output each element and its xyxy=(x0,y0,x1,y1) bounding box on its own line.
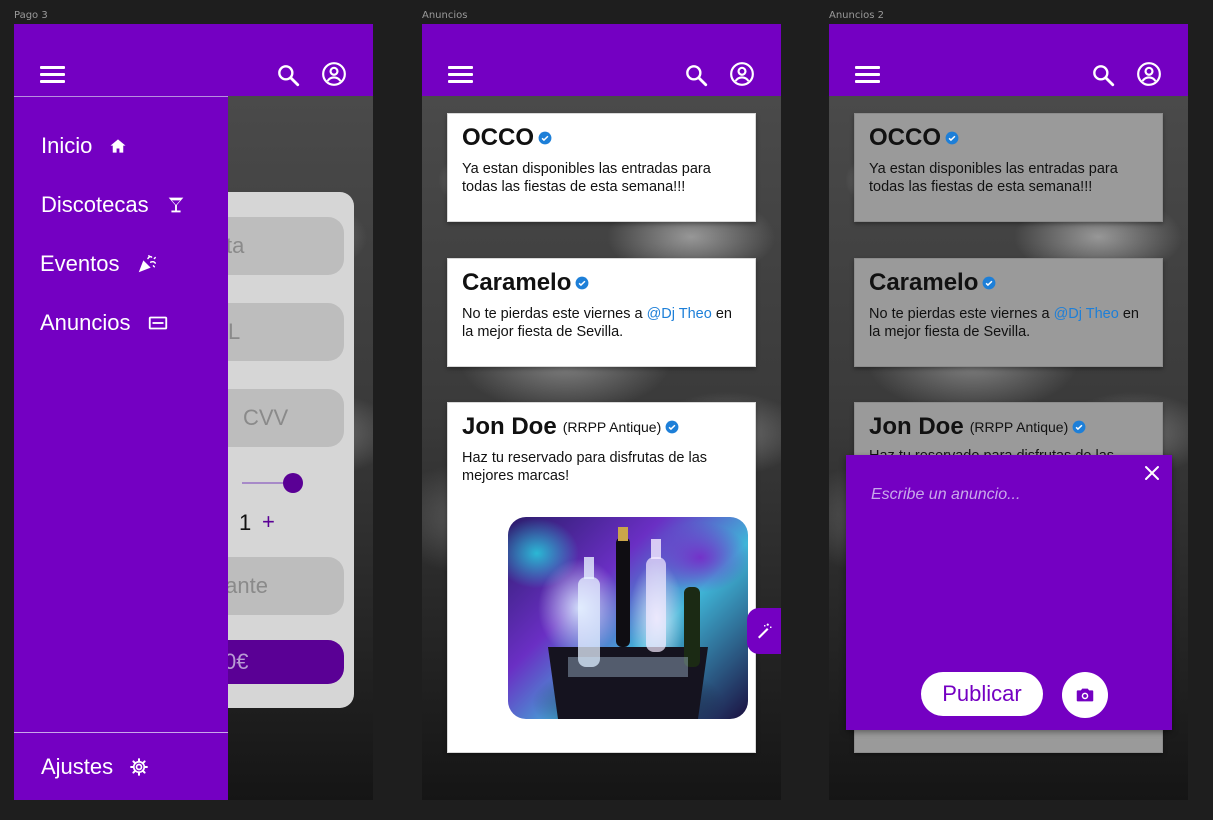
frame-anuncios: OCCO Ya estan disponibles las entradas p… xyxy=(422,24,781,800)
verified-icon xyxy=(1072,420,1086,434)
publish-button[interactable]: Publicar xyxy=(921,672,1043,716)
frame-label-pago3: Pago 3 xyxy=(14,10,48,21)
post-text: No te pierdas este viernes a @Dj Theo en… xyxy=(462,305,742,341)
post-author: Caramelo xyxy=(869,269,996,297)
drawer-item-discotecas[interactable]: Discotecas xyxy=(41,192,187,218)
post-author-role: (RRPP Antique) xyxy=(562,419,662,435)
app-bar xyxy=(14,24,373,96)
new-post-button[interactable] xyxy=(747,608,781,654)
post-author-role: (RRPP Antique) xyxy=(969,419,1069,435)
verified-icon xyxy=(982,276,996,290)
drawer-item-eventos[interactable]: Eventos xyxy=(40,251,158,277)
app-bar xyxy=(829,24,1188,96)
navigation-drawer: Inicio Discotecas Eventos Anuncios Ajust… xyxy=(14,96,228,800)
account-circle-icon[interactable] xyxy=(321,61,347,87)
verified-icon xyxy=(575,276,589,290)
post-text: Ya estan disponibles las entradas para t… xyxy=(869,161,1118,195)
post-author: Caramelo xyxy=(462,269,589,297)
post-author-name: Caramelo xyxy=(462,269,572,296)
gear-icon xyxy=(130,758,149,776)
party-popper-icon xyxy=(138,255,156,273)
drawer-item-label: Eventos xyxy=(40,251,120,276)
post-author: OCCO xyxy=(462,124,552,152)
post-author-name: Caramelo xyxy=(869,269,979,296)
post-author-name: Jon Doe xyxy=(869,413,964,440)
menu-icon[interactable] xyxy=(40,66,66,84)
post-card-occo: OCCO Ya estan disponibles las entradas p… xyxy=(854,113,1163,222)
post-author: OCCO xyxy=(869,124,959,152)
bottles-illustration xyxy=(548,527,708,719)
post-card-occo[interactable]: OCCO Ya estan disponibles las entradas p… xyxy=(447,113,756,222)
post-text-part: No te pierdas este viernes a xyxy=(462,306,647,322)
post-author-name: OCCO xyxy=(869,124,941,151)
search-icon[interactable] xyxy=(683,62,709,88)
field-text: L xyxy=(228,319,241,344)
field-text: ta xyxy=(226,233,245,258)
menu-icon[interactable] xyxy=(855,66,881,84)
post-card-caramelo[interactable]: Caramelo No te pierdas este viernes a @D… xyxy=(447,258,756,367)
frame-anuncios-2: OCCO Ya estan disponibles las entradas p… xyxy=(829,24,1188,800)
drawer-item-label: Anuncios xyxy=(40,310,131,335)
frame-label-anuncios2: Anuncios 2 xyxy=(829,10,884,21)
mention-link[interactable]: @Dj Theo xyxy=(647,306,712,322)
quantity-value: 1 xyxy=(239,510,252,535)
menu-icon[interactable] xyxy=(448,66,474,84)
app-bar xyxy=(422,24,781,96)
search-icon[interactable] xyxy=(1090,62,1116,88)
drawer-item-label: Inicio xyxy=(41,133,93,158)
drawer-item-inicio[interactable]: Inicio xyxy=(41,133,128,159)
post-text: Ya estan disponibles las entradas para t… xyxy=(462,161,711,195)
verified-icon xyxy=(945,131,959,145)
account-circle-icon[interactable] xyxy=(1136,61,1162,87)
post-author-name: OCCO xyxy=(462,124,534,151)
verified-icon xyxy=(538,131,552,145)
post-card-caramelo: Caramelo No te pierdas este viernes a @D… xyxy=(854,258,1163,367)
close-icon[interactable] xyxy=(1144,465,1160,481)
post-image[interactable] xyxy=(508,517,748,719)
drawer-item-anuncios[interactable]: Anuncios xyxy=(40,310,169,336)
post-card-jon-doe[interactable]: Jon Doe (RRPP Antique) Haz tu reservado … xyxy=(447,402,756,753)
mention-link: @Dj Theo xyxy=(1053,306,1119,322)
home-icon xyxy=(110,139,126,153)
drawer-item-label: Discotecas xyxy=(41,192,149,217)
post-text: Haz tu reservado para disfrutas de las m… xyxy=(462,450,708,484)
compose-input[interactable]: Escribe un anuncio... xyxy=(871,486,1020,504)
search-icon[interactable] xyxy=(275,62,301,88)
slider-knob[interactable] xyxy=(283,473,303,493)
card-icon xyxy=(148,316,167,330)
verified-icon xyxy=(665,420,679,434)
field-text: CVV xyxy=(243,405,289,430)
camera-button[interactable] xyxy=(1062,672,1108,718)
quantity-plus-button[interactable]: + xyxy=(262,509,275,535)
frame-pago3: ta L CVV 1 + inante 0€ Inicio Discotecas… xyxy=(14,24,373,800)
drawer-item-label: Ajustes xyxy=(41,754,114,779)
magic-wand-icon xyxy=(758,623,772,639)
drawer-item-ajustes[interactable]: Ajustes xyxy=(41,754,149,780)
post-text-part: No te pierdas este viernes a xyxy=(869,306,1054,322)
post-author: Jon Doe (RRPP Antique) xyxy=(869,413,1086,441)
post-author-name: Jon Doe xyxy=(462,413,557,440)
account-circle-icon[interactable] xyxy=(729,61,755,87)
post-author: Jon Doe (RRPP Antique) xyxy=(462,413,679,441)
drawer-divider xyxy=(14,732,228,733)
camera-icon xyxy=(1076,688,1094,702)
compose-dialog: Escribe un anuncio... Publicar xyxy=(846,455,1172,730)
cocktail-icon xyxy=(168,197,183,213)
post-text: No te pierdas este viernes a @Dj Theo en… xyxy=(869,305,1149,341)
frame-label-anuncios: Anuncios xyxy=(422,10,468,21)
